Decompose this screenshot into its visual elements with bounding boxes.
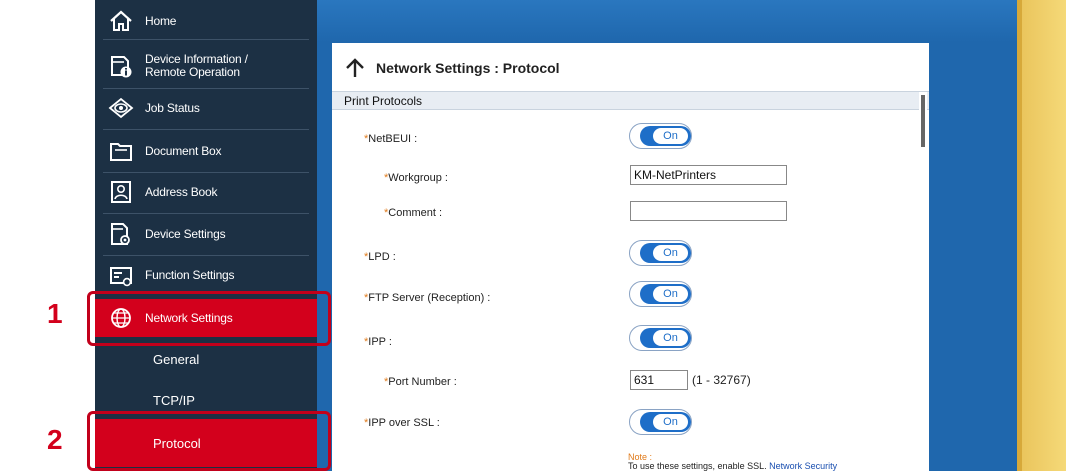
sidebar-item-address-book[interactable]: Address Book [95,175,317,209]
device-settings-icon [111,223,130,245]
sidebar-item-label: Home [145,14,177,28]
divider [103,88,309,89]
callout-number-2: 2 [47,424,63,455]
ipp-over-ssl-label: *IPP over SSL : [364,417,440,429]
netbeui-label: *NetBEUI : [364,133,417,145]
content-header-band [317,0,1017,42]
page-title-text: Network Settings : Protocol [376,60,560,76]
toggle-state: On [653,245,688,261]
divider [103,129,309,130]
toggle-track: On [640,412,691,432]
toggle-track: On [640,284,691,304]
note-text: To use these settings, enable SSL. Netwo… [628,461,837,471]
scrollbar-thumb[interactable] [921,95,925,147]
sidebar-subitem-general[interactable]: General [95,342,317,376]
sidebar-subitem-label: TCP/IP [153,393,195,408]
sidebar-item-device-information[interactable]: Device Information / Remote Operation [95,47,317,85]
callout-box-protocol [87,411,331,471]
sidebar-item-document-box[interactable]: Document Box [95,134,317,168]
ipp-label-text: IPP : [368,336,392,348]
comment-label: *Comment : [384,207,442,219]
divider [103,255,309,256]
comment-input[interactable] [630,201,787,221]
ftp-server-label-text: FTP Server (Reception) : [368,292,491,304]
sidebar-item-label-line2: Remote Operation [145,65,240,79]
toggle-track: On [640,126,691,146]
function-settings-icon [110,267,132,287]
sidebar-item-device-settings[interactable]: Device Settings [95,217,317,251]
sidebar-nav: Home Device Information / Remote Operati… [95,0,317,471]
lpd-label: *LPD : [364,251,396,263]
sidebar-item-function-settings[interactable]: Function Settings [95,258,317,292]
callout-number-1: 1 [47,298,63,329]
lpd-label-text: LPD : [368,251,396,263]
scrollbar[interactable] [919,92,927,471]
folder-icon [110,143,132,161]
ipp-over-ssl-toggle[interactable]: On [629,409,692,435]
eye-icon [108,97,134,119]
toggle-state: On [653,330,688,346]
sidebar-item-label: Document Box [145,144,222,158]
ftp-server-toggle[interactable]: On [629,281,692,307]
sidebar-item-label: Device Settings [145,227,226,241]
contact-card-icon [111,181,131,203]
sidebar-item-label: Function Settings [145,268,235,282]
toggle-state: On [653,128,688,144]
divider [103,39,309,40]
comment-label-text: Comment : [388,207,443,219]
toggle-state: On [653,414,688,430]
port-number-label: *Port Number : [384,376,457,388]
sidebar-item-job-status[interactable]: Job Status [95,91,317,125]
workgroup-label: *Workgroup : [384,172,448,184]
network-security-link[interactable]: Network Security [769,461,837,471]
toggle-track: On [640,328,691,348]
sidebar-subitem-label: General [153,352,200,367]
device-information-icon [111,56,132,78]
section-header-print-protocols: Print Protocols [332,91,929,110]
ipp-toggle[interactable]: On [629,325,692,351]
workgroup-input[interactable]: KM-NetPrinters [630,165,787,185]
port-number-label-text: Port Number : [388,376,457,388]
callout-box-network-settings [87,291,331,346]
sidebar-item-label: Address Book [145,185,218,199]
screen: Home Device Information / Remote Operati… [0,0,1066,471]
arrow-up-icon[interactable] [344,57,366,79]
desktop-background [1017,0,1066,471]
window-edge [1017,0,1022,471]
page-title: Network Settings : Protocol [344,55,560,81]
sidebar-item-home[interactable]: Home [95,4,317,38]
settings-panel: Network Settings : Protocol Print Protoc… [332,43,929,471]
ftp-server-label: *FTP Server (Reception) : [364,292,490,304]
port-number-input[interactable]: 631 [630,370,688,390]
section-title: Print Protocols [344,94,423,108]
netbeui-toggle[interactable]: On [629,123,692,149]
divider [103,172,309,173]
workgroup-label-text: Workgroup : [388,172,448,184]
home-icon [110,10,132,31]
toggle-state: On [653,286,688,302]
port-number-range: (1 - 32767) [692,373,751,387]
divider [103,213,309,214]
note-body: To use these settings, enable SSL. [628,461,767,471]
netbeui-label-text: NetBEUI : [368,133,418,145]
toggle-track: On [640,243,691,263]
lpd-toggle[interactable]: On [629,240,692,266]
ipp-label: *IPP : [364,336,392,348]
sidebar-item-label: Job Status [145,101,200,115]
ipp-over-ssl-label-text: IPP over SSL : [368,417,440,429]
